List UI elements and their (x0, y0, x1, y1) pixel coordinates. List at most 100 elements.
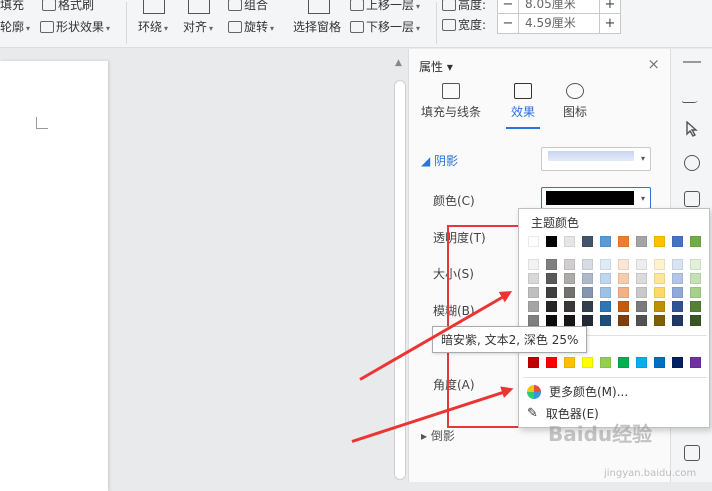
shade-color-swatch[interactable] (618, 315, 629, 326)
fill-button[interactable]: 填充 (0, 0, 24, 13)
shade-color-swatch[interactable] (690, 273, 701, 284)
shade-color-swatch[interactable] (690, 259, 701, 270)
shade-color-swatch[interactable] (672, 259, 683, 270)
shade-color-swatch[interactable] (600, 287, 611, 298)
shade-color-swatch[interactable] (618, 259, 629, 270)
send-backward-button[interactable]: 下移一层 ▾ (350, 18, 420, 35)
standard-color-swatch[interactable] (564, 357, 575, 368)
shade-color-swatch[interactable] (564, 301, 575, 312)
theme-color-swatch[interactable] (582, 236, 593, 247)
shade-color-swatch[interactable] (636, 301, 647, 312)
shade-color-swatch[interactable] (546, 259, 557, 270)
standard-color-swatch[interactable] (636, 357, 647, 368)
badge-icon[interactable] (684, 155, 700, 171)
shade-color-swatch[interactable] (564, 287, 575, 298)
shade-color-swatch[interactable] (618, 301, 629, 312)
height-increment-button[interactable]: + (600, 0, 620, 14)
shade-color-swatch[interactable] (690, 301, 701, 312)
width-input[interactable]: 4.59厘米 (518, 14, 600, 33)
shade-color-swatch[interactable] (636, 259, 647, 270)
standard-color-swatch[interactable] (600, 357, 611, 368)
outline-button[interactable]: 轮廓 ▾ (0, 18, 30, 35)
shade-color-swatch[interactable] (654, 259, 665, 270)
scroll-up-icon[interactable]: ▲ (395, 58, 402, 68)
width-decrement-button[interactable]: − (498, 14, 518, 33)
shade-color-swatch[interactable] (528, 273, 539, 284)
shade-color-swatch[interactable] (618, 273, 629, 284)
shade-color-swatch[interactable] (672, 273, 683, 284)
height-input[interactable]: 8.05厘米 (518, 0, 600, 14)
standard-color-swatch[interactable] (618, 357, 629, 368)
shade-color-swatch[interactable] (672, 287, 683, 298)
shade-color-swatch[interactable] (546, 301, 557, 312)
shade-color-swatch[interactable] (528, 301, 539, 312)
shadow-preset-dropdown[interactable]: ▾ (541, 147, 651, 171)
rotate-button[interactable]: 旋转 ▾ (228, 18, 274, 35)
shade-color-swatch[interactable] (546, 273, 557, 284)
shade-color-swatch[interactable] (582, 301, 593, 312)
tab-effects[interactable]: 效果 (511, 83, 535, 120)
standard-color-swatch[interactable] (654, 357, 665, 368)
theme-color-swatch[interactable] (528, 236, 539, 247)
shade-color-swatch[interactable] (582, 273, 593, 284)
shade-color-swatch[interactable] (636, 273, 647, 284)
document-page[interactable] (0, 61, 108, 491)
shade-color-swatch[interactable] (654, 273, 665, 284)
shade-color-swatch[interactable] (618, 287, 629, 298)
shade-color-swatch[interactable] (690, 287, 701, 298)
selection-pane-button[interactable]: 选择窗格 (293, 18, 341, 35)
share-icon[interactable] (684, 445, 700, 461)
vertical-scrollbar[interactable] (394, 80, 406, 480)
shade-color-swatch[interactable] (546, 287, 557, 298)
shape-effect-button[interactable]: 形状效果 ▾ (40, 18, 110, 35)
shade-color-swatch[interactable] (636, 287, 647, 298)
theme-color-swatch[interactable] (636, 236, 647, 247)
theme-color-swatch[interactable] (600, 236, 611, 247)
standard-color-swatch[interactable] (690, 357, 701, 368)
shade-color-swatch[interactable] (564, 259, 575, 270)
shade-color-swatch[interactable] (528, 315, 539, 326)
shade-color-swatch[interactable] (564, 273, 575, 284)
bring-forward-button[interactable]: 上移一层 ▾ (350, 0, 420, 13)
shade-color-swatch[interactable] (600, 273, 611, 284)
standard-color-swatch[interactable] (582, 357, 593, 368)
shade-color-swatch[interactable] (600, 301, 611, 312)
panel-title[interactable]: 属性 ▾ (419, 58, 453, 75)
wrap-button[interactable]: 环绕 ▾ (138, 18, 168, 35)
format-painter-button[interactable]: 格式刷 (42, 0, 94, 13)
shade-color-swatch[interactable] (582, 259, 593, 270)
theme-color-swatch[interactable] (618, 236, 629, 247)
width-stepper[interactable]: − 4.59厘米 + (497, 13, 621, 34)
height-decrement-button[interactable]: − (498, 0, 518, 14)
standard-color-swatch[interactable] (672, 357, 683, 368)
shade-color-swatch[interactable] (600, 259, 611, 270)
standard-color-swatch[interactable] (528, 357, 539, 368)
menu-icon[interactable] (683, 61, 701, 63)
shade-color-swatch[interactable] (654, 301, 665, 312)
shade-color-swatch[interactable] (528, 259, 539, 270)
align-button[interactable]: 对齐 ▾ (183, 18, 213, 35)
reflection-section-header[interactable]: ▸ 倒影 (421, 427, 455, 444)
shade-color-swatch[interactable] (564, 315, 575, 326)
shapes-icon[interactable] (684, 191, 700, 207)
tab-fill-line[interactable]: 填充与线条 (421, 83, 481, 120)
shade-color-swatch[interactable] (654, 315, 665, 326)
more-colors-item[interactable]: 更多颜色(M)... (527, 383, 628, 400)
shade-color-swatch[interactable] (654, 287, 665, 298)
pen-icon[interactable] (681, 87, 703, 103)
theme-color-swatch[interactable] (564, 236, 575, 247)
shade-color-swatch[interactable] (600, 315, 611, 326)
group-button[interactable]: 组合 (228, 0, 268, 13)
shade-color-swatch[interactable] (528, 287, 539, 298)
width-increment-button[interactable]: + (600, 14, 620, 33)
shade-color-swatch[interactable] (582, 315, 593, 326)
theme-color-swatch[interactable] (690, 236, 701, 247)
shade-color-swatch[interactable] (672, 301, 683, 312)
theme-color-swatch[interactable] (546, 236, 557, 247)
standard-color-swatch[interactable] (546, 357, 557, 368)
shade-color-swatch[interactable] (546, 315, 557, 326)
shadow-color-dropdown[interactable]: ▾ (541, 187, 651, 209)
shade-color-swatch[interactable] (582, 287, 593, 298)
theme-color-swatch[interactable] (654, 236, 665, 247)
shade-color-swatch[interactable] (690, 315, 701, 326)
